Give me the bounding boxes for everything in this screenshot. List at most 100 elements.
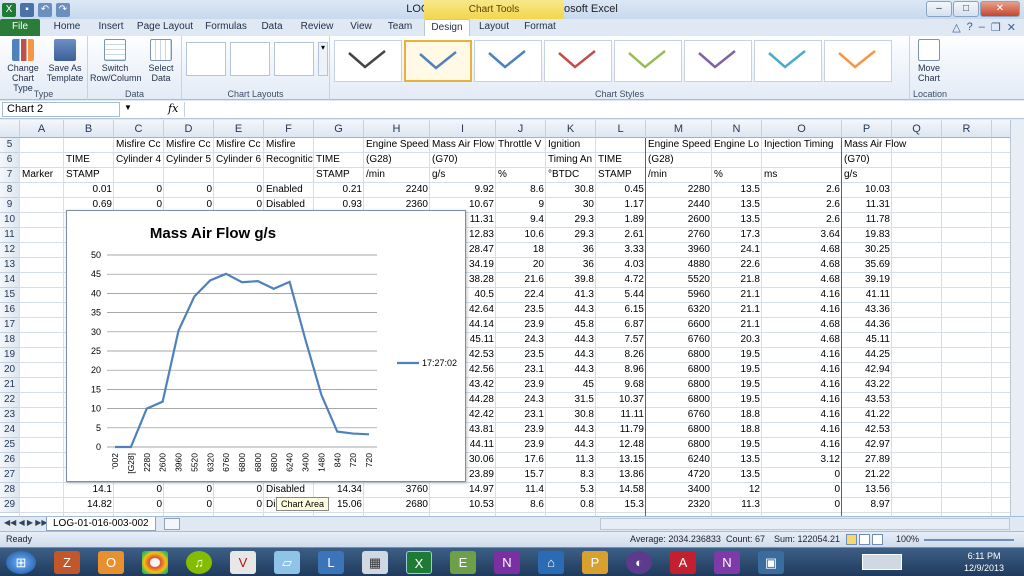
cell-n9[interactable]: 13.5 [712,198,762,213]
row-header-14[interactable]: 14 [0,273,20,288]
ribbon-collapse-icon[interactable]: △ [952,21,960,34]
cell-i8[interactable]: 9.92 [430,183,496,198]
cell-l17[interactable]: 6.87 [596,318,646,333]
cell-j15[interactable]: 22.4 [496,288,546,303]
cell-n23[interactable]: 18.8 [712,408,762,423]
cell-m23[interactable]: 6760 [646,408,712,423]
cell-c6[interactable]: Cylinder 4 [114,153,164,168]
cell-n22[interactable]: 19.5 [712,393,762,408]
row-header-6[interactable]: 6 [0,153,20,168]
cell-m15[interactable]: 5960 [646,288,712,303]
minimize-button[interactable]: – [926,1,952,17]
row-header-26[interactable]: 26 [0,453,20,468]
cell-o16[interactable]: 4.16 [762,303,842,318]
cell-o22[interactable]: 4.16 [762,393,842,408]
cell-l24[interactable]: 11.79 [596,423,646,438]
tab-insert[interactable]: Insert [90,19,132,36]
row-header-20[interactable]: 20 [0,363,20,378]
row-header-18[interactable]: 18 [0,333,20,348]
cell-l29[interactable]: 15.3 [596,498,646,513]
cell-p24[interactable]: 42.53 [842,423,892,438]
cell-p7[interactable]: g/s [842,168,932,183]
normal-view-icon[interactable] [846,534,857,545]
cell-c29[interactable]: 0 [114,498,164,513]
page-layout-view-icon[interactable] [859,534,870,545]
cell-p23[interactable]: 41.22 [842,408,892,423]
clock[interactable]: 6:11 PM 12/9/2013 [964,550,1004,574]
row-header-9[interactable]: 9 [0,198,20,213]
cell-k25[interactable]: 44.3 [546,438,596,453]
cell-j12[interactable]: 18 [496,243,546,258]
cell-m21[interactable]: 6800 [646,378,712,393]
cell-o13[interactable]: 4.68 [762,258,842,273]
cell-n12[interactable]: 24.1 [712,243,762,258]
cell-p14[interactable]: 39.19 [842,273,892,288]
cell-p16[interactable]: 43.36 [842,303,892,318]
cell-g8[interactable]: 0.21 [314,183,364,198]
cell-k14[interactable]: 39.8 [546,273,596,288]
switch-row-column-button[interactable]: Switch Row/Column [90,39,142,83]
column-header-r[interactable]: R [942,120,992,138]
chart-style-1-thumb[interactable] [334,40,402,82]
cell-l8[interactable]: 0.45 [596,183,646,198]
cell-n14[interactable]: 21.8 [712,273,762,288]
cell-p11[interactable]: 19.83 [842,228,892,243]
cell-j25[interactable]: 23.9 [496,438,546,453]
tab-review[interactable]: Review [294,19,340,36]
cell-j26[interactable]: 17.6 [496,453,546,468]
cell-p28[interactable]: 13.56 [842,483,892,498]
change-chart-type-button[interactable]: Change Chart Type [2,39,44,93]
cell-l22[interactable]: 10.37 [596,393,646,408]
cell-o12[interactable]: 4.68 [762,243,842,258]
cell-n25[interactable]: 19.5 [712,438,762,453]
chart-style-8-thumb[interactable] [824,40,892,82]
cell-n16[interactable]: 21.1 [712,303,762,318]
cell-k20[interactable]: 44.3 [546,363,596,378]
layout-1-thumb[interactable] [186,42,226,76]
cell-p22[interactable]: 43.53 [842,393,892,408]
help-icon[interactable]: ? [967,21,973,34]
cell-m8[interactable]: 2280 [646,183,712,198]
cell-m24[interactable]: 6800 [646,423,712,438]
cell-o19[interactable]: 4.16 [762,348,842,363]
cell-h29[interactable]: 2680 [364,498,430,513]
row-header-8[interactable]: 8 [0,183,20,198]
chart-plot[interactable]: 0 5 10 15 20 25 30 35 40 45 50 '002 [G28] 2280 2600 396… [67,211,465,481]
cell-p17[interactable]: 44.36 [842,318,892,333]
cell-o8[interactable]: 2.6 [762,183,842,198]
cell-h28[interactable]: 3760 [364,483,430,498]
page-break-view-icon[interactable] [872,534,883,545]
cell-m27[interactable]: 4720 [646,468,712,483]
cell-j8[interactable]: 8.6 [496,183,546,198]
column-header-s[interactable]: S [992,120,1010,138]
select-all-corner[interactable] [0,120,20,138]
cell-p26[interactable]: 27.89 [842,453,892,468]
layout-2-thumb[interactable] [230,42,270,76]
cell-k10[interactable]: 29.3 [546,213,596,228]
cell-k23[interactable]: 30.8 [546,408,596,423]
media-icon[interactable]: ◐ [626,551,652,574]
project-icon[interactable]: P [582,551,608,574]
cell-o14[interactable]: 4.68 [762,273,842,288]
cell-m28[interactable]: 3400 [646,483,712,498]
zoom-level[interactable]: 100% [896,532,919,547]
cell-l15[interactable]: 5.44 [596,288,646,303]
cell-d28[interactable]: 0 [164,483,214,498]
calculator-icon[interactable]: ▦ [362,551,388,574]
cell-k9[interactable]: 30 [546,198,596,213]
cell-o28[interactable]: 0 [762,483,842,498]
cell-b29[interactable]: 14.82 [64,498,114,513]
sheet-nav-arrows-icon[interactable]: ◀◀ ◀ ▶ ▶▶ [4,518,48,527]
cell-n10[interactable]: 13.5 [712,213,762,228]
cell-l12[interactable]: 3.33 [596,243,646,258]
cell-m25[interactable]: 6800 [646,438,712,453]
cell-k29[interactable]: 0.8 [546,498,596,513]
cell-f5[interactable]: Misfire [264,138,354,153]
cell-p5[interactable]: Mass Air Flow [842,138,932,153]
cell-a7[interactable]: Marker [20,168,64,183]
filezilla-icon[interactable]: Z [54,551,80,574]
row-header-5[interactable]: 5 [0,138,20,153]
column-header-b[interactable]: B [64,120,114,138]
cell-o29[interactable]: 0 [762,498,842,513]
cell-o10[interactable]: 2.6 [762,213,842,228]
